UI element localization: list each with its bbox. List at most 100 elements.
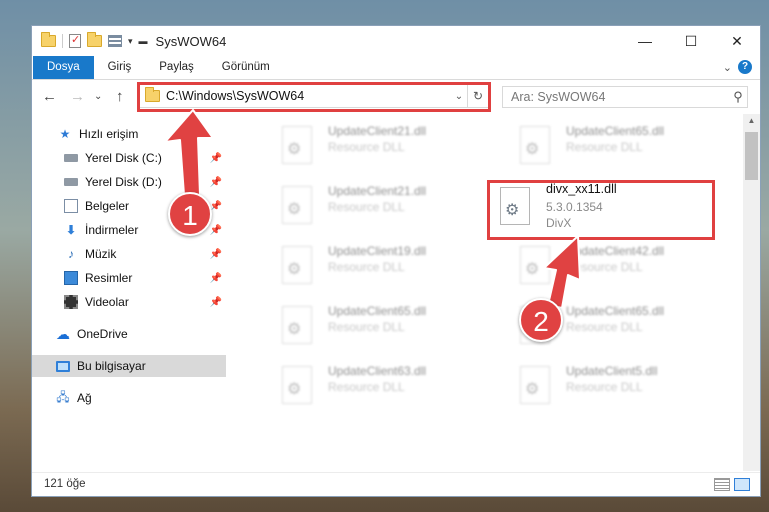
tab-share[interactable]: Paylaş: [145, 56, 208, 79]
up-arrow-icon[interactable]: ↑: [116, 88, 124, 105]
scroll-thumb[interactable]: [745, 132, 758, 180]
list-item[interactable]: UpdateClient63.dll Resource DLL: [258, 358, 488, 414]
file-description: Resource DLL: [328, 140, 405, 154]
title-bar: ▾ ▬ SysWOW64 — ☐ ✕: [32, 26, 760, 56]
list-item[interactable]: UpdateClient42.dll Resource DLL: [496, 238, 726, 294]
sidebar-item-label: İndirmeler: [85, 223, 139, 237]
file-name: UpdateClient21.dll: [328, 124, 427, 138]
help-icon[interactable]: ?: [738, 60, 752, 74]
window-controls: — ☐ ✕: [622, 26, 760, 56]
file-description: Resource DLL: [566, 260, 643, 274]
list-item[interactable]: UpdateClient65.dll Resource DLL: [496, 118, 726, 174]
address-bar-highlight: [137, 82, 491, 112]
file-name: UpdateClient42.dll: [566, 244, 665, 258]
forward-arrow-icon[interactable]: →: [70, 88, 85, 105]
sidebar-item-pictures[interactable]: Resimler 📌: [32, 267, 226, 289]
videos-icon: [64, 295, 78, 309]
sidebar-item-label: Belgeler: [85, 199, 130, 213]
sidebar-item-disk-d[interactable]: Yerel Disk (D:) 📌: [32, 171, 226, 193]
close-button[interactable]: ✕: [714, 26, 760, 56]
file-name: UpdateClient65.dll: [566, 304, 665, 318]
sidebar-item-network[interactable]: 🖧 Ağ: [32, 387, 226, 409]
pin-icon[interactable]: 📌: [210, 273, 222, 284]
search-input[interactable]: Ara: SysWOW64: [503, 90, 729, 104]
file-highlight: [487, 180, 715, 240]
cloud-icon: ☁: [56, 325, 70, 342]
star-icon: ★: [59, 127, 71, 141]
sidebar-item-label: Videolar: [85, 295, 129, 309]
maximize-button[interactable]: ☐: [668, 26, 714, 56]
recent-locations-icon[interactable]: ⌄: [94, 91, 102, 102]
music-icon: ♪: [68, 247, 74, 261]
dll-file-icon: [282, 366, 312, 404]
sidebar-item-label: Müzik: [85, 247, 117, 261]
sidebar-item-label: OneDrive: [77, 327, 128, 341]
large-icons-view-icon[interactable]: [734, 478, 750, 491]
navigation-pane: ★ Hızlı erişim Yerel Disk (C:) 📌 Yerel D…: [32, 116, 226, 471]
sidebar-item-quick-access[interactable]: ★ Hızlı erişim: [32, 123, 226, 145]
pin-icon[interactable]: 📌: [210, 225, 222, 236]
list-item[interactable]: UpdateClient65.dll Resource DLL: [258, 298, 488, 354]
new-folder-icon[interactable]: [87, 32, 102, 47]
sidebar-item-label: Resimler: [85, 271, 133, 285]
qa-customize-icon[interactable]: ▬: [139, 36, 148, 46]
pin-icon[interactable]: 📌: [210, 249, 222, 260]
sidebar-item-label: Yerel Disk (D:): [85, 175, 162, 189]
status-bar: 121 öğe: [32, 472, 760, 497]
sidebar-item-music[interactable]: ♪ Müzik 📌: [32, 243, 226, 265]
tab-home[interactable]: Giriş: [94, 56, 146, 79]
qa-dropdown-icon[interactable]: ▾: [128, 36, 133, 47]
search-box[interactable]: Ara: SysWOW64 ⚲: [502, 86, 748, 108]
tab-view[interactable]: Görünüm: [208, 56, 284, 79]
file-name: UpdateClient21.dll: [328, 184, 427, 198]
quick-access-toolbar: ▾ ▬: [41, 32, 148, 48]
file-description: Resource DLL: [328, 200, 405, 214]
details-view-icon[interactable]: [714, 478, 730, 491]
dll-file-icon: [282, 246, 312, 284]
dll-file-icon: [282, 306, 312, 344]
sidebar-item-label: Yerel Disk (C:): [85, 151, 162, 165]
list-item[interactable]: UpdateClient21.dll Resource DLL: [258, 178, 488, 234]
tab-file[interactable]: Dosya: [33, 56, 94, 79]
file-name: UpdateClient19.dll: [328, 244, 427, 258]
sidebar-item-videos[interactable]: Videolar 📌: [32, 291, 226, 313]
sidebar-item-disk-c[interactable]: Yerel Disk (C:) 📌: [32, 147, 226, 169]
document-icon: [64, 199, 78, 213]
file-description: Resource DLL: [566, 140, 643, 154]
divider: [62, 34, 63, 48]
file-name: UpdateClient65.dll: [328, 304, 427, 318]
list-item[interactable]: UpdateClient5.dll Resource DLL: [496, 358, 726, 414]
sidebar-item-label: Bu bilgisayar: [77, 359, 146, 373]
file-list: UpdateClient21.dll Resource DLL UpdateCl…: [228, 114, 741, 471]
item-count: 121 öğe: [44, 478, 86, 490]
search-icon[interactable]: ⚲: [729, 89, 747, 105]
view-icon[interactable]: [108, 35, 122, 47]
download-icon: ⬇: [65, 223, 77, 237]
disk-icon: [64, 154, 78, 162]
list-item[interactable]: UpdateClient19.dll Resource DLL: [258, 238, 488, 294]
pin-icon[interactable]: 📌: [210, 177, 222, 188]
step-1-badge: 1: [168, 192, 212, 236]
disk-icon: [64, 178, 78, 186]
sidebar-item-this-pc[interactable]: Bu bilgisayar: [32, 355, 226, 377]
dll-file-icon: [520, 246, 550, 284]
pin-icon[interactable]: 📌: [210, 153, 222, 164]
scroll-up-icon[interactable]: ▲: [743, 116, 760, 125]
vertical-scrollbar[interactable]: ▲: [743, 114, 760, 471]
list-item[interactable]: UpdateClient21.dll Resource DLL: [258, 118, 488, 174]
sidebar-item-onedrive[interactable]: ☁ OneDrive: [32, 323, 226, 345]
ribbon-expand-icon[interactable]: ⌄: [723, 61, 732, 74]
file-name: UpdateClient65.dll: [566, 124, 665, 138]
dll-file-icon: [520, 126, 550, 164]
folder-icon: [41, 32, 56, 47]
file-description: Resource DLL: [328, 380, 405, 394]
computer-icon: [56, 360, 70, 372]
properties-icon[interactable]: [69, 33, 81, 48]
pin-icon[interactable]: 📌: [210, 297, 222, 308]
file-description: Resource DLL: [328, 320, 405, 334]
back-arrow-icon[interactable]: ←: [42, 88, 57, 105]
minimize-button[interactable]: —: [622, 26, 668, 56]
network-icon: 🖧: [56, 389, 70, 404]
sidebar-item-label: Ağ: [77, 391, 92, 405]
file-description: Resource DLL: [328, 260, 405, 274]
